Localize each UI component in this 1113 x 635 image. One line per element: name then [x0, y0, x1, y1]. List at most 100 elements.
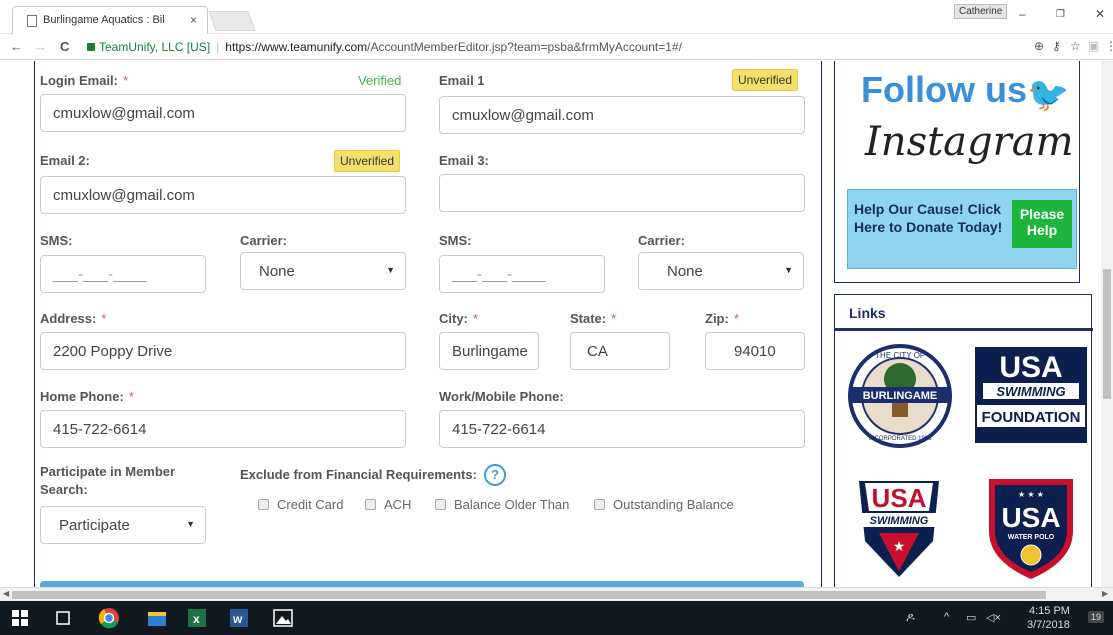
email1-label: Email 1	[439, 73, 485, 88]
network-icon[interactable]: ▭	[966, 611, 976, 624]
participate-select[interactable]: Participate ▼	[40, 506, 206, 544]
sms2-label: SMS:	[439, 233, 472, 248]
carrier1-select[interactable]: None ▼	[240, 252, 406, 290]
scroll-left-icon[interactable]: ◀	[3, 589, 9, 598]
usa-water-polo-logo[interactable]: ★ ★ ★ USA WATER POLO	[981, 471, 1081, 583]
participate-label: Participate in Member Search:	[40, 464, 176, 497]
exclude-balance-older-checkbox[interactable]: Balance Older Than	[435, 497, 569, 512]
email1-unverified-badge: Unverified	[732, 69, 799, 91]
twitter-bird-icon[interactable]: 🐦	[1027, 75, 1069, 115]
login-email-label: Login Email: *	[40, 73, 129, 88]
work-phone-label: Work/Mobile Phone:	[439, 389, 564, 404]
help-icon[interactable]: ?	[484, 464, 506, 486]
svg-text:SWIMMING: SWIMMING	[870, 515, 929, 527]
svg-text:w: w	[232, 612, 243, 626]
email2-label: Email 2:	[40, 153, 90, 168]
new-tab-button[interactable]	[208, 11, 256, 31]
sms1-field[interactable]: ___-___-____	[40, 255, 206, 293]
chevron-down-icon: ▼	[186, 519, 195, 529]
url-bar[interactable]: TeamUnify, LLC [US] | https://www.teamunif…	[87, 37, 1047, 57]
reload-icon[interactable]: C	[60, 39, 69, 54]
links-divider	[835, 328, 1093, 331]
svg-text:BURLINGAME: BURLINGAME	[863, 390, 938, 402]
url-host: https://www.teamunify.com	[225, 40, 368, 54]
exclude-ach-checkbox[interactable]: ACH	[365, 497, 411, 512]
login-email-field[interactable]: cmuxlow@gmail.com	[40, 94, 406, 132]
links-heading: Links	[849, 305, 886, 321]
exclude-credit-card-checkbox[interactable]: Credit Card	[258, 497, 343, 512]
chevron-down-icon: ▼	[386, 265, 395, 275]
notification-badge[interactable]: 19	[1088, 611, 1105, 623]
burlingame-seal-logo[interactable]: BURLINGAME THE CITY OF INCORPORATED 1908	[847, 343, 953, 449]
chevron-up-icon[interactable]: ^	[944, 611, 949, 623]
svg-text:USA: USA	[872, 483, 927, 513]
browser-tab[interactable]: Burlingame Aquatics : Bil ×	[12, 6, 208, 34]
zoom-icon[interactable]: ⊕	[1034, 39, 1044, 53]
chrome-taskbar-icon[interactable]	[98, 607, 120, 629]
svg-text:USA: USA	[999, 351, 1062, 384]
left-margin	[0, 61, 35, 587]
donate-banner[interactable]: Help Our Cause! Click Here to Donate Tod…	[847, 189, 1077, 269]
instagram-link[interactable]: Instagram	[865, 119, 1074, 165]
address-label: Address: *	[40, 311, 107, 326]
tab-close-icon[interactable]: ×	[190, 13, 197, 27]
exclude-outstanding-balance-checkbox[interactable]: Outstanding Balance	[594, 497, 734, 512]
extension-icon[interactable]: ▣	[1088, 39, 1099, 53]
back-icon[interactable]: ←	[10, 39, 23, 54]
svg-text:★: ★	[893, 538, 906, 554]
svg-text:WATER POLO: WATER POLO	[1008, 534, 1055, 541]
carrier1-label: Carrier:	[240, 233, 287, 248]
sms2-field[interactable]: ___-___-____	[439, 255, 605, 293]
home-phone-field[interactable]: 415-722-6614	[40, 410, 406, 448]
vertical-scrollbar[interactable]	[1101, 61, 1113, 587]
close-window-icon[interactable]: ✕	[1095, 7, 1105, 21]
minimize-icon[interactable]: –	[1019, 7, 1026, 21]
follow-us-link[interactable]: Follow us	[861, 69, 1027, 111]
clock-time[interactable]: 4:15 PM	[1029, 605, 1070, 617]
state-label: State: *	[570, 311, 617, 326]
carrier2-select[interactable]: None ▼	[638, 252, 804, 290]
windows-taskbar: x w ዶ ^ ▭ ◁× 4:15 PM 3/7/2018 19	[0, 601, 1113, 635]
usa-swimming-foundation-logo[interactable]: USA SWIMMING FOUNDATION	[975, 347, 1087, 443]
work-phone-field[interactable]: 415-722-6614	[439, 410, 805, 448]
lock-icon	[87, 43, 95, 51]
excel-icon[interactable]: x	[186, 607, 208, 629]
scroll-right-icon[interactable]: ▶	[1102, 589, 1108, 598]
donate-text: Help Our Cause! Click Here to Donate Tod…	[854, 201, 1003, 235]
zip-field[interactable]: 94010	[705, 332, 805, 370]
email3-label: Email 3:	[439, 153, 489, 168]
windows-start-icon[interactable]	[12, 610, 28, 626]
svg-text:x: x	[193, 612, 200, 626]
restore-icon[interactable]: ❐	[1056, 9, 1065, 20]
page-icon	[27, 15, 37, 27]
email1-field[interactable]: cmuxlow@gmail.com	[439, 96, 805, 134]
vertical-scroll-thumb[interactable]	[1103, 269, 1111, 399]
links-panel: Links BURLINGAME THE CITY OF INCORPORATE…	[834, 294, 1093, 587]
address-field[interactable]: 2200 Poppy Drive	[40, 332, 406, 370]
people-icon[interactable]: ዶ	[906, 610, 915, 625]
file-explorer-icon[interactable]	[146, 607, 168, 629]
tab-title: Burlingame Aquatics : Bil	[43, 14, 165, 26]
photos-icon[interactable]	[272, 607, 294, 629]
forward-icon[interactable]: →	[34, 39, 47, 54]
city-field[interactable]: Burlingame	[439, 332, 539, 370]
chevron-down-icon: ▼	[784, 265, 793, 275]
word-icon[interactable]: w	[228, 607, 250, 629]
email3-field[interactable]	[439, 174, 805, 212]
horizontal-scrollbar[interactable]: ◀ ▶	[0, 587, 1113, 601]
key-icon[interactable]: ⚷	[1052, 39, 1061, 53]
url-path: /AccountMemberEditor.jsp?team=psba&frmMy…	[367, 40, 682, 54]
clock-date[interactable]: 3/7/2018	[1027, 619, 1070, 631]
email2-field[interactable]: cmuxlow@gmail.com	[40, 176, 406, 214]
volume-icon[interactable]: ◁×	[986, 611, 1001, 624]
usa-swimming-logo[interactable]: USA SWIMMING ★	[849, 471, 949, 583]
address-bar-row: ← → C TeamUnify, LLC [US] | https://www.te…	[0, 34, 1113, 60]
horizontal-scroll-thumb[interactable]	[12, 591, 1046, 599]
task-view-icon[interactable]	[54, 611, 72, 625]
profile-badge[interactable]: Catherine	[954, 4, 1008, 19]
menu-icon[interactable]: ⋮	[1105, 39, 1113, 53]
exclude-label: Exclude from Financial Requirements:	[240, 467, 477, 482]
please-help-button[interactable]: Please Help	[1012, 200, 1072, 248]
bookmark-star-icon[interactable]: ☆	[1070, 39, 1081, 53]
state-field[interactable]: CA	[570, 332, 670, 370]
